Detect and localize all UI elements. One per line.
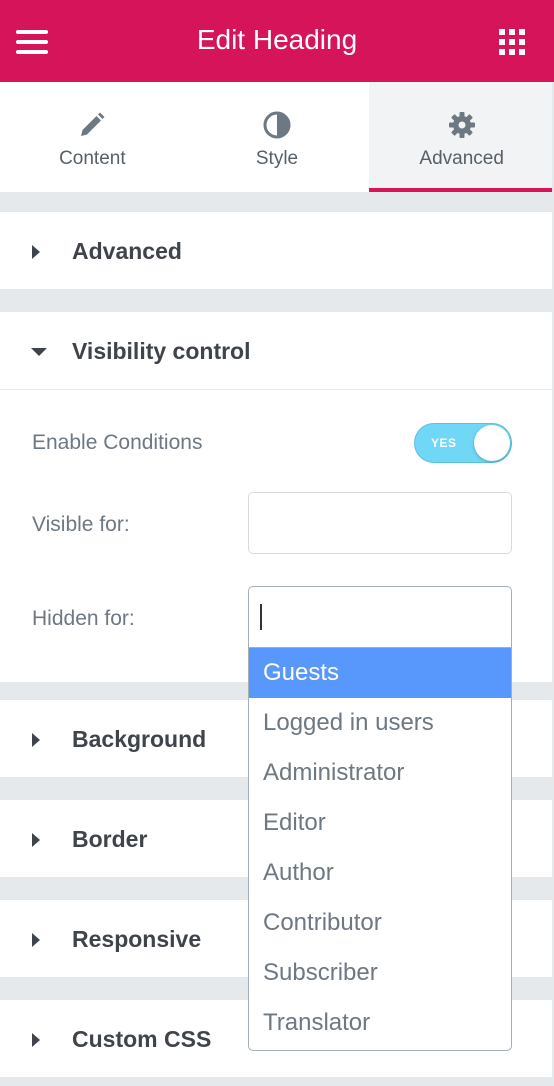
tab-bar: Content Style Advanced	[0, 82, 554, 192]
section-title: Custom CSS	[72, 1026, 212, 1052]
panel-header: Edit Heading	[0, 0, 554, 82]
section-title: Advanced	[72, 238, 182, 264]
text-cursor	[260, 604, 262, 630]
caret-right-icon	[32, 933, 40, 947]
section-advanced[interactable]: Advanced	[0, 212, 554, 290]
option-author[interactable]: Author	[249, 848, 511, 898]
section-title: Background	[72, 726, 207, 752]
pencil-icon	[81, 112, 105, 136]
toggle-knob	[474, 425, 510, 461]
option-editor[interactable]: Editor	[249, 798, 511, 848]
contrast-icon	[263, 111, 291, 139]
visible-for-label: Visible for:	[32, 513, 130, 536]
tab-label: Advanced	[419, 148, 504, 169]
tab-style[interactable]: Style	[185, 82, 370, 192]
section-visibility-control[interactable]: Visibility control	[0, 312, 554, 390]
caret-right-icon	[32, 733, 40, 747]
hidden-for-label: Hidden for:	[32, 607, 135, 630]
enable-conditions-label: Enable Conditions	[32, 431, 203, 454]
tab-content[interactable]: Content	[0, 82, 185, 192]
option-translator[interactable]: Translator	[249, 998, 511, 1048]
option-contributor[interactable]: Contributor	[249, 898, 511, 948]
tab-label: Content	[59, 148, 126, 169]
tab-label: Style	[255, 148, 299, 169]
page-title: Edit Heading	[196, 24, 358, 55]
section-title: Responsive	[72, 926, 202, 952]
apps-grid-icon[interactable]	[499, 29, 525, 55]
tab-advanced[interactable]: Advanced	[369, 82, 554, 192]
visible-for-input[interactable]	[248, 492, 512, 554]
section-title: Visibility control	[72, 338, 251, 364]
section-title: Border	[72, 826, 148, 852]
caret-right-icon	[32, 1033, 40, 1047]
option-administrator[interactable]: Administrator	[249, 748, 511, 798]
option-logged-in-users[interactable]: Logged in users	[249, 698, 511, 748]
enable-conditions-toggle[interactable]: YES	[414, 423, 512, 463]
option-subscriber[interactable]: Subscriber	[249, 948, 511, 998]
caret-right-icon	[32, 833, 40, 847]
option-guests[interactable]: Guests	[249, 648, 511, 698]
caret-right-icon	[32, 245, 40, 259]
caret-down-icon	[31, 348, 47, 356]
toggle-state-text: YES	[431, 436, 457, 450]
hidden-for-dropdown: Guests Logged in users Administrator Edi…	[248, 648, 512, 1051]
hidden-for-input[interactable]	[248, 586, 512, 648]
gear-icon	[448, 112, 475, 138]
